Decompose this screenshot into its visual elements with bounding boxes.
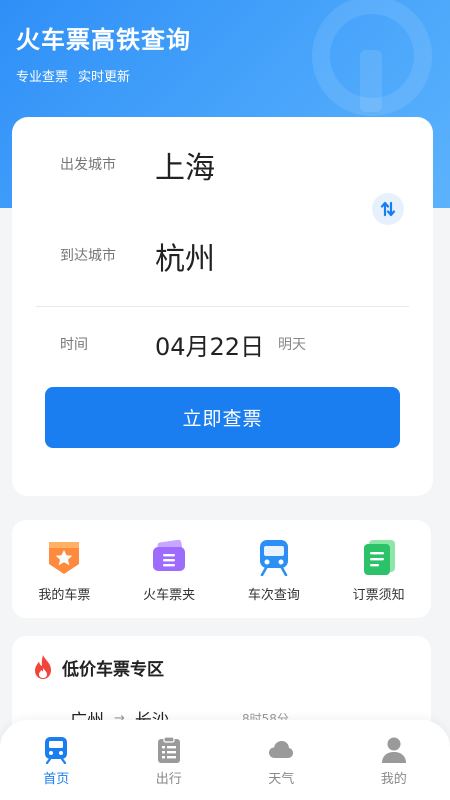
cloud-icon <box>269 741 294 758</box>
quick-action-label: 车次查询 <box>247 588 300 603</box>
tab-travel[interactable]: 出行 <box>113 720 226 800</box>
quick-actions: 我的车票 火车票夹 车次查询 订票须知 <box>12 520 431 618</box>
bottom-tab-bar: 首页 出行 天气 我的 <box>0 720 450 800</box>
header-tags: 专业查票 实时更新 <box>16 66 130 85</box>
tab-home[interactable]: 首页 <box>0 720 113 800</box>
quick-action-my-tickets[interactable]: 我的车票 <box>12 520 117 618</box>
ticket-badge-icon <box>49 542 80 574</box>
search-card: 出发城市 上海 到达城市 杭州 时间 04月22日 明天 立即查票 <box>12 117 433 496</box>
from-city[interactable]: 上海 <box>155 143 215 187</box>
divider <box>36 306 409 307</box>
railway-logo-stem <box>360 50 382 112</box>
fire-icon <box>35 655 51 679</box>
date-note: 明天 <box>278 337 306 353</box>
ticket-wallet-icon <box>153 539 186 571</box>
user-icon <box>381 737 406 763</box>
quick-action-label: 我的车票 <box>38 588 91 603</box>
tab-label: 我的 <box>380 772 407 787</box>
tab-weather[interactable]: 天气 <box>225 720 338 800</box>
from-city-label: 出发城市 <box>60 157 116 173</box>
tab-label: 天气 <box>268 772 295 787</box>
quick-action-booking-notes[interactable]: 订票须知 <box>326 520 431 618</box>
tab-label: 出行 <box>155 772 182 787</box>
document-icon <box>363 540 395 575</box>
clipboard-list-icon <box>157 736 180 763</box>
header-tag: 专业查票 <box>16 70 69 85</box>
section-header: 低价车票专区 <box>32 654 164 680</box>
train-icon <box>259 540 288 576</box>
quick-action-label: 订票须知 <box>352 588 405 603</box>
tab-profile[interactable]: 我的 <box>338 720 450 800</box>
quick-action-label: 火车票夹 <box>143 588 196 603</box>
quick-action-train-query[interactable]: 车次查询 <box>222 520 327 618</box>
search-tickets-button[interactable]: 立即查票 <box>45 387 400 448</box>
quick-action-ticket-wallet[interactable]: 火车票夹 <box>117 520 222 618</box>
section-title: 低价车票专区 <box>62 659 164 680</box>
train-icon <box>45 737 68 764</box>
app-title: 火车票高铁查询 <box>16 26 191 54</box>
swap-cities-button[interactable] <box>372 193 404 225</box>
to-city[interactable]: 杭州 <box>155 234 215 278</box>
time-label: 时间 <box>60 337 88 353</box>
header-tag: 实时更新 <box>78 70 131 85</box>
to-city-label: 到达城市 <box>60 248 116 264</box>
tab-label: 首页 <box>43 772 70 787</box>
departure-date[interactable]: 04月22日 <box>155 327 264 362</box>
swap-icon <box>380 201 396 217</box>
